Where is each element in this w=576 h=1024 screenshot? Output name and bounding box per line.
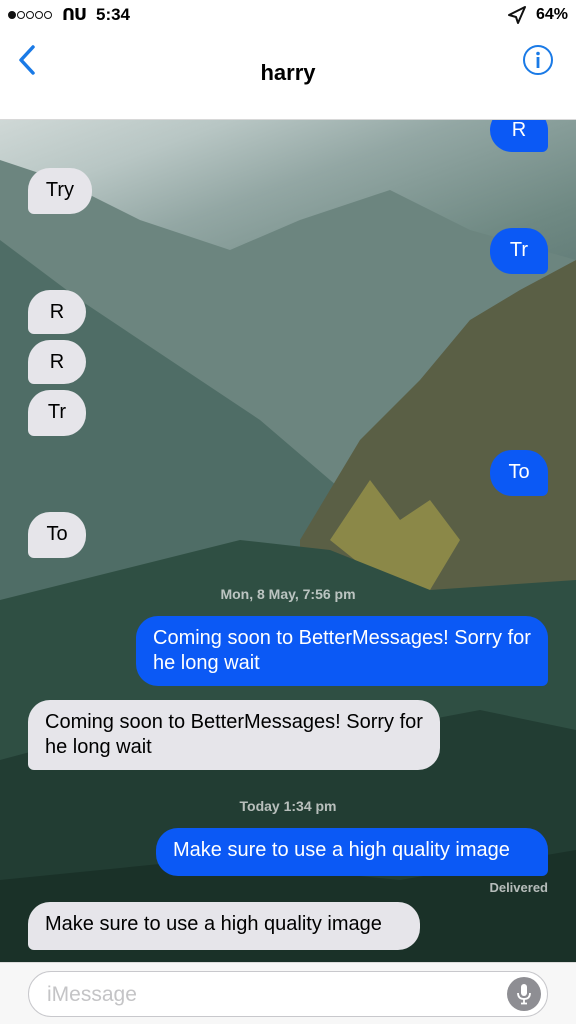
message-timestamp: Today 1:34 pm (239, 798, 337, 814)
message-timestamp: Mon, 8 May, 7:56 pm (220, 586, 356, 602)
battery-percentage: 64% (535, 6, 568, 23)
status-bar: ᑎᑌ 5:34 64% (0, 0, 576, 30)
message-bubble-incoming[interactable]: To (28, 512, 86, 558)
message-bubble-outgoing[interactable]: Tr (490, 228, 548, 274)
status-left: ᑎᑌ 5:34 (8, 5, 130, 25)
status-time: 5:34 (95, 5, 131, 24)
message-bubble-incoming[interactable]: Try (28, 168, 92, 214)
microphone-icon (517, 984, 531, 1005)
contact-name[interactable]: harry (0, 60, 576, 86)
message-input-container[interactable] (28, 971, 548, 1017)
signal-strength-icon (8, 11, 52, 19)
message-bubble-incoming[interactable]: R (28, 290, 86, 334)
info-button[interactable] (522, 44, 554, 76)
message-bubble-outgoing[interactable]: R (490, 120, 548, 152)
message-bubble-outgoing[interactable]: Coming soon to BetterMessages! Sorry for… (136, 616, 548, 686)
message-input[interactable] (45, 980, 489, 1010)
message-bubble-incoming[interactable]: Tr (28, 390, 86, 436)
location-arrow-icon (507, 6, 526, 24)
chat-transcript[interactable]: R Try Tr R R Tr To To Mon, 8 May, 7:56 p… (0, 120, 576, 962)
info-icon (523, 45, 553, 75)
carrier-label: ᑎᑌ (62, 7, 87, 24)
message-composer (0, 962, 576, 1024)
message-bubble-incoming[interactable]: R (28, 340, 86, 384)
message-bubble-outgoing[interactable]: Make sure to use a high quality image (156, 828, 548, 876)
message-bubble-outgoing[interactable]: To (490, 450, 548, 496)
dictation-button[interactable] (507, 977, 541, 1011)
status-right: 64% (506, 4, 568, 26)
delivered-receipt: Delivered (489, 880, 548, 895)
message-bubble-incoming[interactable]: Coming soon to BetterMessages! Sorry for… (28, 700, 440, 770)
conversation-header: harry (0, 30, 576, 120)
message-bubble-incoming[interactable]: Make sure to use a high quality image (28, 902, 420, 950)
